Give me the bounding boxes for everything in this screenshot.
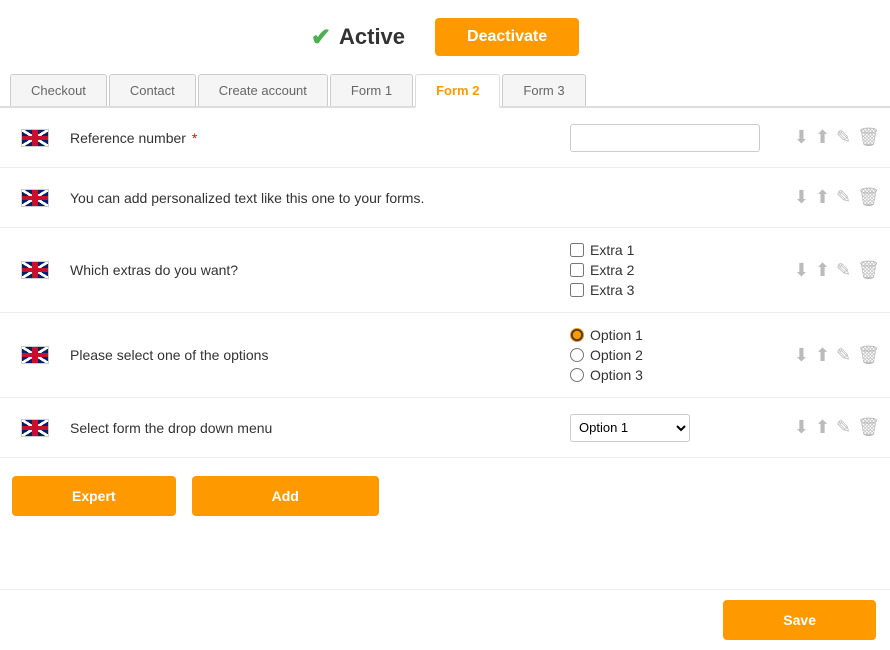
label-extras: Which extras do you want? xyxy=(60,262,570,278)
edit-icon-5[interactable]: ✎ xyxy=(836,417,851,438)
label-options-radio: Please select one of the options xyxy=(60,347,570,363)
delete-icon-1[interactable]: 🗑 xyxy=(857,127,880,148)
radio-options-group: Option 1 Option 2 Option 3 xyxy=(570,327,643,383)
form-content: Reference number * ⬇ ⬆ ✎ 🗑 You can add p… xyxy=(0,108,890,458)
extra1-checkbox[interactable] xyxy=(570,243,584,257)
flag-uk-2 xyxy=(21,189,49,207)
move-down-icon-4[interactable]: ⬇ xyxy=(794,345,809,366)
actions-row1: ⬇ ⬆ ✎ 🗑 xyxy=(770,127,880,148)
row-options-radio: Please select one of the options Option … xyxy=(0,313,890,398)
actions-row5: ⬇ ⬆ ✎ 🗑 xyxy=(770,417,880,438)
input-cell-radio: Option 1 Option 2 Option 3 xyxy=(570,327,770,383)
move-up-icon-5[interactable]: ⬆ xyxy=(815,417,830,438)
check-icon: ✔ xyxy=(311,23,331,52)
tabs-bar: Checkout Contact Create account Form 1 F… xyxy=(0,74,890,108)
tab-create-account[interactable]: Create account xyxy=(198,74,328,106)
edit-icon-3[interactable]: ✎ xyxy=(836,260,851,281)
label-dropdown: Select form the drop down menu xyxy=(60,420,570,436)
option2-radio-item[interactable]: Option 2 xyxy=(570,347,643,363)
tab-contact[interactable]: Contact xyxy=(109,74,196,106)
move-down-icon-1[interactable]: ⬇ xyxy=(794,127,809,148)
edit-icon-2[interactable]: ✎ xyxy=(836,187,851,208)
flag-uk-5 xyxy=(21,419,49,437)
flag-uk-1 xyxy=(21,129,49,147)
move-down-icon-5[interactable]: ⬇ xyxy=(794,417,809,438)
delete-icon-3[interactable]: 🗑 xyxy=(857,260,880,281)
active-status: ✔ Active xyxy=(311,23,405,52)
extra2-checkbox[interactable] xyxy=(570,263,584,277)
dropdown-select[interactable]: Option 1 Option 2 Option 3 xyxy=(570,414,690,442)
bottom-bar: Expert Add xyxy=(0,458,890,534)
extra1-checkbox-item[interactable]: Extra 1 xyxy=(570,242,634,258)
flag-cell-1 xyxy=(10,129,60,147)
move-up-icon-2[interactable]: ⬆ xyxy=(815,187,830,208)
tab-form2[interactable]: Form 2 xyxy=(415,74,500,108)
deactivate-button[interactable]: Deactivate xyxy=(435,18,579,56)
delete-icon-5[interactable]: 🗑 xyxy=(857,417,880,438)
save-button[interactable]: Save xyxy=(723,600,876,640)
option2-radio[interactable] xyxy=(570,348,584,362)
row-personalized-text: You can add personalized text like this … xyxy=(0,168,890,228)
expert-button[interactable]: Expert xyxy=(12,476,176,516)
move-up-icon-4[interactable]: ⬆ xyxy=(815,345,830,366)
option3-radio[interactable] xyxy=(570,368,584,382)
option3-radio-item[interactable]: Option 3 xyxy=(570,367,643,383)
input-cell-extras: Extra 1 Extra 2 Extra 3 xyxy=(570,242,770,298)
input-cell-reference xyxy=(570,124,770,152)
move-up-icon-3[interactable]: ⬆ xyxy=(815,260,830,281)
extra3-checkbox[interactable] xyxy=(570,283,584,297)
delete-icon-2[interactable]: 🗑 xyxy=(857,187,880,208)
actions-row2: ⬇ ⬆ ✎ 🗑 xyxy=(770,187,880,208)
required-star-1: * xyxy=(188,130,197,146)
move-down-icon-3[interactable]: ⬇ xyxy=(794,260,809,281)
header: ✔ Active Deactivate xyxy=(0,0,890,74)
row-dropdown: Select form the drop down menu Option 1 … xyxy=(0,398,890,458)
flag-uk-4 xyxy=(21,346,49,364)
active-label: Active xyxy=(339,24,405,50)
input-cell-dropdown: Option 1 Option 2 Option 3 xyxy=(570,414,770,442)
delete-icon-4[interactable]: 🗑 xyxy=(857,345,880,366)
edit-icon-1[interactable]: ✎ xyxy=(836,127,851,148)
add-button[interactable]: Add xyxy=(192,476,379,516)
flag-uk-3 xyxy=(21,261,49,279)
reference-number-input[interactable] xyxy=(570,124,760,152)
flag-cell-4 xyxy=(10,346,60,364)
actions-row4: ⬇ ⬆ ✎ 🗑 xyxy=(770,345,880,366)
option1-radio[interactable] xyxy=(570,328,584,342)
edit-icon-4[interactable]: ✎ xyxy=(836,345,851,366)
extras-checkbox-group: Extra 1 Extra 2 Extra 3 xyxy=(570,242,634,298)
save-bar: Save xyxy=(0,589,890,650)
flag-cell-3 xyxy=(10,261,60,279)
label-personalized-text: You can add personalized text like this … xyxy=(60,190,570,206)
flag-cell-5 xyxy=(10,419,60,437)
tab-form3[interactable]: Form 3 xyxy=(502,74,585,106)
extra2-checkbox-item[interactable]: Extra 2 xyxy=(570,262,634,278)
tab-form1[interactable]: Form 1 xyxy=(330,74,413,106)
actions-row3: ⬇ ⬆ ✎ 🗑 xyxy=(770,260,880,281)
flag-cell-2 xyxy=(10,189,60,207)
label-reference-number: Reference number * xyxy=(60,130,570,146)
move-down-icon-2[interactable]: ⬇ xyxy=(794,187,809,208)
option1-radio-item[interactable]: Option 1 xyxy=(570,327,643,343)
row-extras: Which extras do you want? Extra 1 Extra … xyxy=(0,228,890,313)
tab-checkout[interactable]: Checkout xyxy=(10,74,107,106)
move-up-icon-1[interactable]: ⬆ xyxy=(815,127,830,148)
extra3-checkbox-item[interactable]: Extra 3 xyxy=(570,282,634,298)
row-reference-number: Reference number * ⬇ ⬆ ✎ 🗑 xyxy=(0,108,890,168)
